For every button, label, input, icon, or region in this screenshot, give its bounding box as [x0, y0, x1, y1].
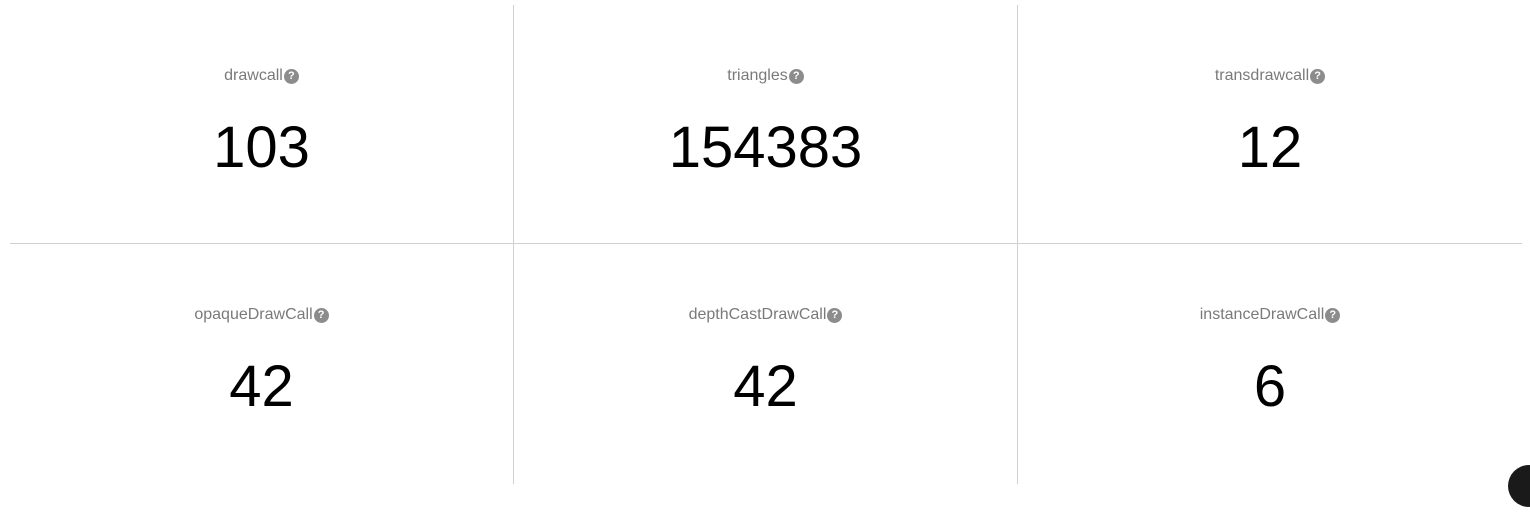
help-icon[interactable]: ? [1310, 69, 1326, 84]
metric-card-opaque-draw-call: opaqueDrawCall? 42 [10, 244, 514, 484]
metric-card-transdrawcall: transdrawcall? 12 [1018, 5, 1522, 244]
metric-label: opaqueDrawCall [194, 306, 313, 323]
metric-label-row: drawcall? [10, 67, 513, 85]
metric-label: depthCastDrawCall [688, 306, 827, 323]
metric-value: 154383 [668, 115, 863, 180]
metric-label-row: depthCastDrawCall? [514, 306, 1017, 324]
metric-value: 103 [213, 115, 310, 180]
help-icon[interactable]: ? [313, 308, 329, 323]
metric-value: 12 [1237, 115, 1303, 180]
metric-label: instanceDrawCall [1199, 306, 1325, 323]
metric-card-instance-draw-call: instanceDrawCall? 6 [1018, 244, 1522, 484]
metric-label: drawcall [224, 67, 283, 84]
help-icon[interactable]: ? [788, 69, 804, 84]
help-icon[interactable]: ? [827, 308, 843, 323]
metric-value: 6 [1253, 354, 1287, 419]
metric-card-drawcall: drawcall? 103 [10, 5, 514, 244]
metric-value: 42 [229, 354, 294, 419]
metric-label: triangles [727, 67, 788, 84]
metric-label-row: triangles? [514, 67, 1017, 85]
help-icon[interactable]: ? [283, 69, 299, 84]
metric-label-row: instanceDrawCall? [1018, 306, 1522, 324]
metric-label: transdrawcall [1214, 67, 1310, 84]
metric-label-row: opaqueDrawCall? [10, 306, 513, 324]
help-icon[interactable]: ? [1325, 308, 1341, 323]
metric-value: 42 [733, 354, 798, 419]
metric-label-row: transdrawcall? [1018, 67, 1522, 85]
metrics-grid: drawcall? 103 triangles? 154383 transdra… [10, 5, 1522, 484]
metric-card-depth-cast-draw-call: depthCastDrawCall? 42 [514, 244, 1018, 484]
metric-card-triangles: triangles? 154383 [514, 5, 1018, 244]
